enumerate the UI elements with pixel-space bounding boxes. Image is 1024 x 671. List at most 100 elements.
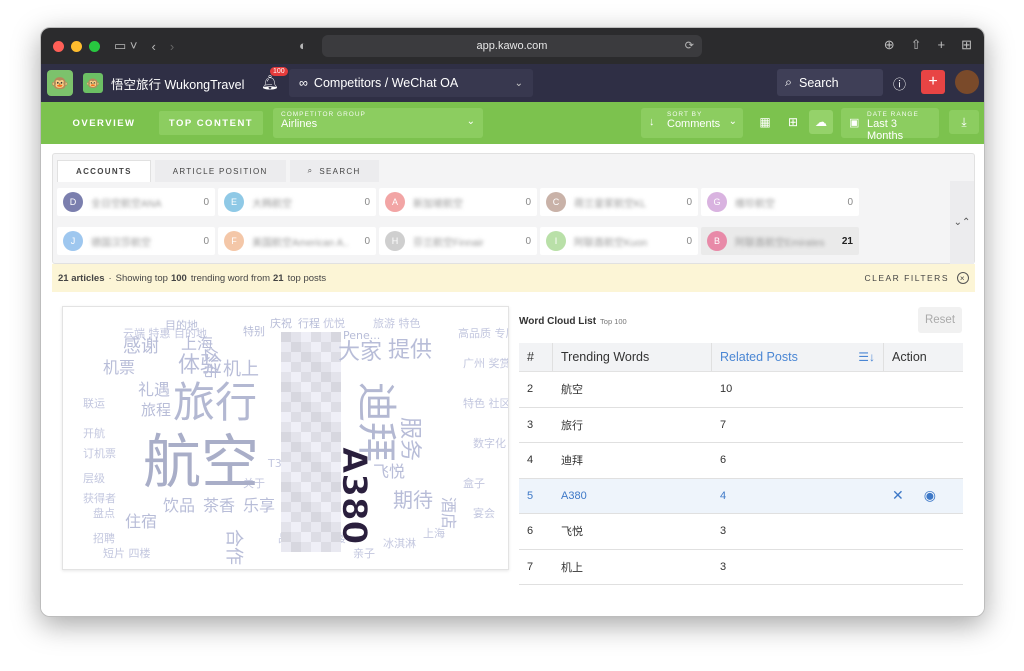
cloud-word[interactable]: 酒店 — [439, 497, 458, 529]
download-icon[interactable]: ⊕ — [884, 37, 895, 53]
cloud-word[interactable]: 礼遇 — [138, 380, 170, 399]
account-item[interactable]: J 德国汉莎航空 0 — [57, 227, 215, 255]
obscured-word-pixel — [281, 492, 291, 502]
cloud-word[interactable]: 目的地 — [165, 318, 198, 332]
zoom-window-button[interactable] — [89, 40, 100, 52]
cloud-word[interactable]: 机上 — [223, 359, 259, 380]
word-list-title: Word Cloud List — [519, 316, 597, 327]
forward-icon[interactable]: › — [170, 39, 174, 54]
back-icon[interactable]: ‹ — [152, 39, 156, 54]
cloud-word[interactable]: 公布 — [201, 347, 220, 379]
obscured-word-pixel — [291, 492, 301, 502]
account-count: 0 — [364, 235, 370, 247]
sort-by-select[interactable]: ↓ SORT BY Comments ⌄ — [641, 108, 743, 138]
tab-article-position[interactable]: ARTICLE POSITION — [154, 160, 286, 182]
table-row[interactable]: 4 迪拜 6 — [519, 443, 963, 479]
table-row[interactable]: 6 飞悦 3 — [519, 514, 963, 550]
account-item[interactable]: I 阿联酋航空Kuon 0 — [540, 227, 698, 255]
obscured-word-pixel — [291, 372, 301, 382]
cloud-word[interactable]: 住宿 — [125, 512, 157, 531]
breadcrumb-select[interactable]: ∞ Competitors / WeChat OA ⌄ — [289, 69, 533, 97]
cloud-word[interactable]: 提供 — [388, 338, 432, 363]
eye-icon[interactable]: ◉ — [924, 487, 936, 504]
account-item[interactable]: H 芬兰航空Finnair 0 — [379, 227, 537, 255]
download-icon[interactable]: ⤓ — [949, 110, 979, 134]
help-icon[interactable]: ⓘ — [893, 74, 906, 93]
account-item[interactable]: D 全日空航空ANA 0 — [57, 188, 215, 216]
cell-related: 10 — [720, 383, 733, 396]
cloud-word[interactable]: A380 — [334, 447, 375, 545]
cloud-word[interactable]: 乐享 — [243, 496, 275, 515]
create-button[interactable]: + — [921, 70, 945, 94]
tab-search[interactable]: ⌕ SEARCH — [289, 160, 379, 182]
cell-word: 迪拜 — [561, 455, 583, 468]
account-item[interactable]: G 维珍航空 0 — [701, 188, 859, 216]
sidebar-icon[interactable]: ▭ ˅ — [114, 38, 138, 54]
cloud-word[interactable]: 服务 — [397, 417, 422, 461]
table-row[interactable]: 5 A380 4 ✕ ◉ — [519, 478, 963, 514]
tab-top-content[interactable]: TOP CONTENT — [159, 111, 263, 135]
col-related[interactable]: Related Posts ☰↓ — [712, 343, 884, 371]
table-row[interactable]: 3 旅行 7 — [519, 408, 963, 443]
word-cloud-canvas: 云端 特惠 目的地联运开航订机票层级获得者盘点招聘短片 四楼高品质 专属广州 奖… — [83, 316, 508, 565]
cloud-word[interactable]: Pene... — [343, 329, 380, 342]
cloud-view-icon[interactable]: ☁︎ — [809, 110, 833, 134]
clear-filters-button[interactable]: CLEAR FILTERS × — [864, 272, 969, 284]
table-row[interactable]: 2 航空 10 — [519, 372, 963, 408]
tab-overview[interactable]: OVERVIEW — [49, 111, 159, 135]
account-item[interactable]: A 新加坡航空 0 — [379, 188, 537, 216]
cloud-word[interactable]: 旅程 — [141, 401, 171, 419]
cloud-word[interactable]: 饮品 — [163, 496, 195, 515]
grid-view-icon[interactable]: ▦ — [753, 110, 777, 134]
cloud-word[interactable]: 庆祝 — [270, 316, 292, 330]
reload-icon[interactable]: ⟳ — [685, 39, 694, 52]
account-item[interactable]: C 荷兰皇家航空KL 0 — [540, 188, 698, 216]
search-icon: ⌕ — [785, 75, 793, 89]
account-item[interactable]: E 大韩航空 0 — [218, 188, 376, 216]
share-icon[interactable]: ⇧ — [911, 37, 922, 53]
account-item[interactable]: F 美国航空American A... 0 — [218, 227, 376, 255]
cloud-word[interactable]: 期待 — [393, 488, 433, 512]
minimize-window-button[interactable] — [71, 40, 82, 52]
word-cloud-list-title: Word Cloud List Top 100 — [519, 316, 627, 327]
cloud-word[interactable]: 行程 — [298, 317, 320, 330]
account-list: D 全日空航空ANA 0 E 大韩航空 0 A 新加坡航空 0 C 荷兰皇家航空KL 0 G 维珍航空 0 J… — [57, 188, 984, 255]
obscured-word-pixel — [311, 542, 321, 552]
cloud-word[interactable]: 飞悦 — [373, 462, 405, 481]
cloud-word[interactable]: 旅行 — [173, 378, 257, 427]
account-avatar[interactable]: 🐵 — [47, 70, 73, 96]
table-view-icon[interactable]: ⊞ — [781, 110, 805, 134]
collapse-chevron-icon[interactable]: ⌄⌃ — [950, 181, 974, 264]
address-bar[interactable]: app.kawo.com ⟳ — [322, 35, 702, 57]
user-avatar[interactable] — [955, 70, 979, 94]
brand[interactable]: 🐵 悟空旅行 WukongTravel — [83, 73, 244, 93]
cloud-word[interactable]: 机票 — [103, 358, 135, 377]
obscured-word-pixel — [321, 522, 331, 532]
notifications-button[interactable]: 🔔︎ 100 — [261, 67, 288, 91]
word-cloud: 云端 特惠 目的地联运开航订机票层级获得者盘点招聘短片 四楼高品质 专属广州 奖… — [62, 306, 509, 570]
search-button[interactable]: ⌕ Search — [777, 69, 883, 96]
cloud-word[interactable]: 大家 — [338, 340, 382, 365]
cloud-word[interactable]: 茶香 — [203, 496, 235, 515]
account-item[interactable]: B 阿联酋航空Emirates 21 — [701, 227, 859, 255]
obscured-word-pixel — [281, 472, 291, 482]
date-range-select[interactable]: ▣ DATE RANGE Last 3 Months — [841, 108, 939, 142]
cloud-word[interactable]: 特别 — [243, 324, 265, 338]
obscured-word-pixel — [311, 352, 321, 362]
tab-overview-icon[interactable]: ⊞ — [961, 37, 972, 53]
cloud-word[interactable]: 感谢 — [123, 336, 159, 357]
search-label: Search — [799, 75, 839, 90]
close-window-button[interactable] — [53, 40, 64, 52]
new-tab-icon[interactable]: + — [938, 37, 946, 53]
cell-word: A380 — [561, 489, 587, 502]
table-row[interactable]: 7 机上 3 — [519, 550, 963, 585]
cloud-word[interactable]: 合作 — [223, 529, 244, 565]
tab-accounts[interactable]: ACCOUNTS — [57, 160, 151, 182]
competitor-group-select[interactable]: COMPETITOR GROUP Airlines ⌄ — [273, 108, 483, 138]
reset-button[interactable]: Reset — [918, 307, 962, 333]
obscured-word-pixel — [281, 402, 291, 412]
col-related-label: Related Posts — [720, 350, 798, 364]
remove-icon[interactable]: ✕ — [892, 487, 904, 504]
shield-icon[interactable]: ◐ — [299, 38, 307, 53]
cloud-word[interactable]: 航空 — [143, 428, 259, 496]
